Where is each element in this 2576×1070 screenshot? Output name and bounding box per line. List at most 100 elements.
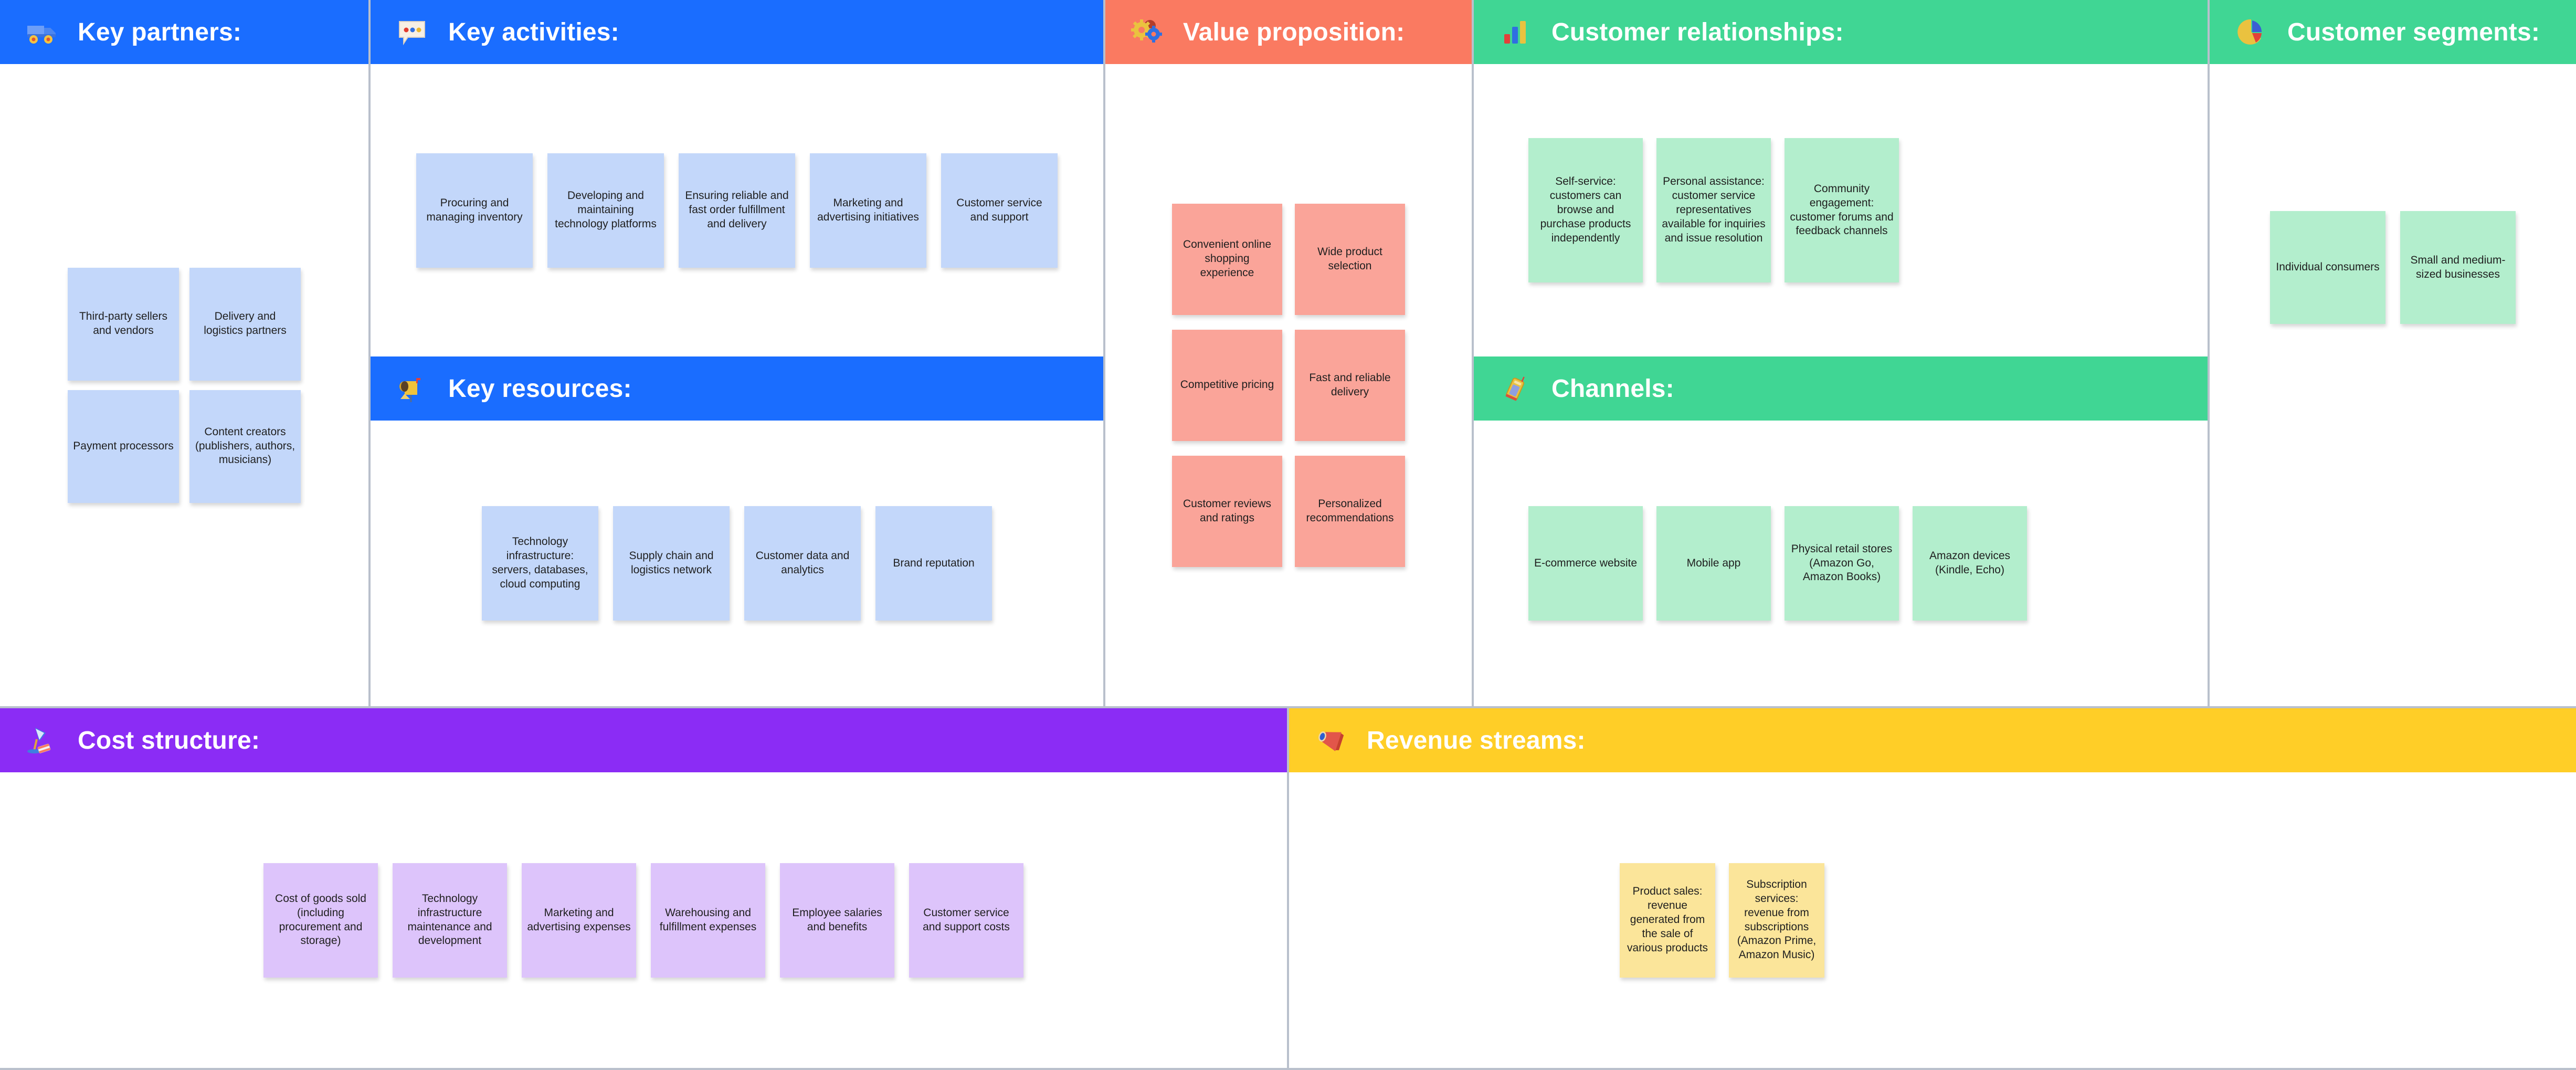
sticky-note-text: Personalized recommendations bbox=[1306, 497, 1394, 524]
panel-channels: E-commerce website Mobile app Physical r… bbox=[1474, 421, 2208, 706]
sticky-note[interactable]: Content creators (publishers, authors, m… bbox=[189, 390, 301, 503]
sticky-note-text: Self-service: customers can browse and p… bbox=[1540, 175, 1631, 244]
panel-customer-segments: Individual consumers Small and medium-si… bbox=[2210, 64, 2576, 706]
sticky-note-text: Employee salaries and benefits bbox=[792, 906, 882, 933]
sticky-note-text: Supply chain and logistics network bbox=[629, 550, 714, 576]
sticky-note[interactable]: Marketing and advertising initiatives bbox=[810, 153, 926, 268]
header-revenue-streams: Revenue streams: bbox=[1289, 708, 2576, 772]
header-key-partners: Key partners: bbox=[0, 0, 368, 64]
sticky-note-text: Third-party sellers and vendors bbox=[79, 310, 168, 337]
header-customer-relationships: Customer relationships: bbox=[1474, 0, 2208, 64]
sticky-note-text: Ensuring reliable and fast order fulfill… bbox=[685, 190, 789, 230]
header-channels-title: Channels: bbox=[1551, 374, 1674, 403]
sticky-note[interactable]: Cost of goods sold (including procuremen… bbox=[263, 863, 378, 978]
header-customer-segments-title: Customer segments: bbox=[2287, 18, 2540, 46]
sticky-note[interactable]: Community engagement: customer forums an… bbox=[1785, 138, 1899, 282]
sticky-note-text: Delivery and logistics partners bbox=[204, 310, 287, 337]
sticky-note[interactable]: Competitive pricing bbox=[1172, 329, 1282, 441]
header-revenue-streams-title: Revenue streams: bbox=[1367, 726, 1586, 754]
sticky-note-text: Brand reputation bbox=[893, 557, 975, 569]
sticky-note-text: Amazon devices (Kindle, Echo) bbox=[1929, 550, 2011, 576]
sticky-note-text: Customer service and support costs bbox=[923, 906, 1010, 933]
sticky-note-text: Subscription services: revenue from subs… bbox=[1737, 878, 1817, 961]
panel-revenue-streams: Product sales: revenue generated from th… bbox=[1289, 772, 2576, 1068]
value-proposition-notes: Convenient online shopping experience Wi… bbox=[1165, 203, 1412, 567]
sticky-note[interactable]: Developing and maintaining technology pl… bbox=[547, 153, 664, 268]
sticky-note[interactable]: Marketing and advertising expenses bbox=[522, 863, 636, 978]
sticky-note-text: Customer service and support bbox=[956, 196, 1042, 223]
sticky-note[interactable]: Employee salaries and benefits bbox=[780, 863, 894, 978]
panel-value-proposition: Convenient online shopping experience Wi… bbox=[1105, 64, 1472, 706]
value-proposition-notes-area: Convenient online shopping experience Wi… bbox=[1105, 64, 1472, 706]
megaphone-icon bbox=[1313, 723, 1348, 758]
sticky-note[interactable]: Delivery and logistics partners bbox=[189, 267, 301, 381]
header-cost-structure-title: Cost structure: bbox=[78, 726, 260, 754]
panel-customer-relationships: Self-service: customers can browse and p… bbox=[1474, 64, 2208, 356]
sticky-note[interactable]: Self-service: customers can browse and p… bbox=[1528, 138, 1643, 282]
desk-lamp-icon bbox=[24, 723, 59, 758]
sticky-note[interactable]: Supply chain and logistics network bbox=[613, 506, 730, 621]
sticky-note[interactable]: Physical retail stores (Amazon Go, Amazo… bbox=[1785, 506, 1899, 621]
sticky-note[interactable]: Convenient online shopping experience bbox=[1172, 203, 1282, 315]
sticky-note[interactable]: Payment processors bbox=[68, 390, 179, 503]
header-key-resources: Key resources: bbox=[371, 356, 1103, 421]
sticky-note[interactable]: E-commerce website bbox=[1528, 506, 1643, 621]
pie-chart-icon bbox=[2234, 15, 2268, 49]
sticky-note[interactable]: Technology infrastructure: servers, data… bbox=[482, 506, 598, 621]
key-activities-notes-area: Procuring and managing inventory Develop… bbox=[371, 64, 1103, 356]
divider-canvas-bottom-edge bbox=[0, 1068, 2576, 1070]
key-resources-notes-area: Technology infrastructure: servers, data… bbox=[371, 421, 1103, 706]
sticky-note[interactable]: Customer data and analytics bbox=[744, 506, 861, 621]
sticky-note-text: Developing and maintaining technology pl… bbox=[555, 190, 657, 230]
cost-structure-notes: Cost of goods sold (including procuremen… bbox=[263, 863, 1023, 978]
bar-chart-icon bbox=[1498, 15, 1533, 49]
panel-key-resources: Technology infrastructure: servers, data… bbox=[371, 421, 1103, 706]
sticky-note-text: Technology infrastructure maintenance an… bbox=[407, 892, 492, 947]
speech-balloon-icon bbox=[395, 15, 429, 49]
cost-structure-notes-area: Cost of goods sold (including procuremen… bbox=[0, 772, 1287, 1068]
sticky-note-text: Warehousing and fulfillment expenses bbox=[659, 906, 757, 933]
sticky-note[interactable]: Personalized recommendations bbox=[1295, 455, 1405, 567]
sticky-note-text: Technology infrastructure: servers, data… bbox=[492, 536, 588, 590]
sticky-note[interactable]: Amazon devices (Kindle, Echo) bbox=[1913, 506, 2027, 621]
sticky-note[interactable]: Ensuring reliable and fast order fulfill… bbox=[679, 153, 795, 268]
channels-notes-area: E-commerce website Mobile app Physical r… bbox=[1474, 421, 2208, 706]
key-activities-notes: Procuring and managing inventory Develop… bbox=[416, 153, 1058, 268]
key-partners-notes: Third-party sellers and vendors Delivery… bbox=[61, 267, 308, 503]
header-key-resources-title: Key resources: bbox=[448, 374, 632, 403]
sticky-note[interactable]: Small and medium-sized businesses bbox=[2400, 211, 2516, 324]
sticky-note-text: Product sales: revenue generated from th… bbox=[1627, 885, 1708, 954]
sticky-note-text: Procuring and managing inventory bbox=[426, 196, 523, 223]
sticky-note-text: E-commerce website bbox=[1534, 557, 1638, 569]
sticky-note-text: Physical retail stores (Amazon Go, Amazo… bbox=[1791, 542, 1893, 583]
sticky-note[interactable]: Product sales: revenue generated from th… bbox=[1620, 863, 1715, 978]
channels-notes: E-commerce website Mobile app Physical r… bbox=[1528, 506, 2027, 621]
revenue-streams-notes-area: Product sales: revenue generated from th… bbox=[1289, 772, 2576, 1068]
sticky-note[interactable]: Warehousing and fulfillment expenses bbox=[651, 863, 765, 978]
sticky-note[interactable]: Mobile app bbox=[1656, 506, 1771, 621]
customer-segments-notes: Individual consumers Small and medium-si… bbox=[2270, 211, 2516, 324]
mobile-phone-icon bbox=[1498, 371, 1533, 406]
sticky-note[interactable]: Customer service and support bbox=[941, 153, 1058, 268]
sticky-note[interactable]: Individual consumers bbox=[2270, 211, 2385, 324]
sticky-note[interactable]: Procuring and managing inventory bbox=[416, 153, 533, 268]
business-model-canvas: Key partners: Third-party sellers and ve… bbox=[0, 0, 2576, 1070]
sticky-note[interactable]: Subscription services: revenue from subs… bbox=[1729, 863, 1824, 978]
customer-segments-notes-area: Individual consumers Small and medium-si… bbox=[2210, 64, 2576, 706]
customer-relationships-notes-area: Self-service: customers can browse and p… bbox=[1474, 64, 2208, 356]
sticky-note[interactable]: Personal assistance: customer service re… bbox=[1656, 138, 1771, 282]
sticky-note-text: Customer reviews and ratings bbox=[1183, 497, 1272, 524]
mailbox-icon bbox=[395, 371, 429, 406]
sticky-note[interactable]: Third-party sellers and vendors bbox=[68, 267, 179, 381]
sticky-note[interactable]: Wide product selection bbox=[1295, 203, 1405, 315]
header-key-partners-title: Key partners: bbox=[78, 18, 242, 46]
sticky-note-text: Payment processors bbox=[73, 439, 174, 452]
sticky-note[interactable]: Customer service and support costs bbox=[909, 863, 1023, 978]
truck-icon bbox=[24, 15, 59, 49]
sticky-note[interactable]: Technology infrastructure maintenance an… bbox=[393, 863, 507, 978]
sticky-note[interactable]: Customer reviews and ratings bbox=[1172, 455, 1282, 567]
sticky-note[interactable]: Fast and reliable delivery bbox=[1295, 329, 1405, 441]
sticky-note-text: Competitive pricing bbox=[1180, 379, 1274, 391]
sticky-note[interactable]: Brand reputation bbox=[875, 506, 992, 621]
sticky-note-text: Marketing and advertising initiatives bbox=[817, 196, 919, 223]
